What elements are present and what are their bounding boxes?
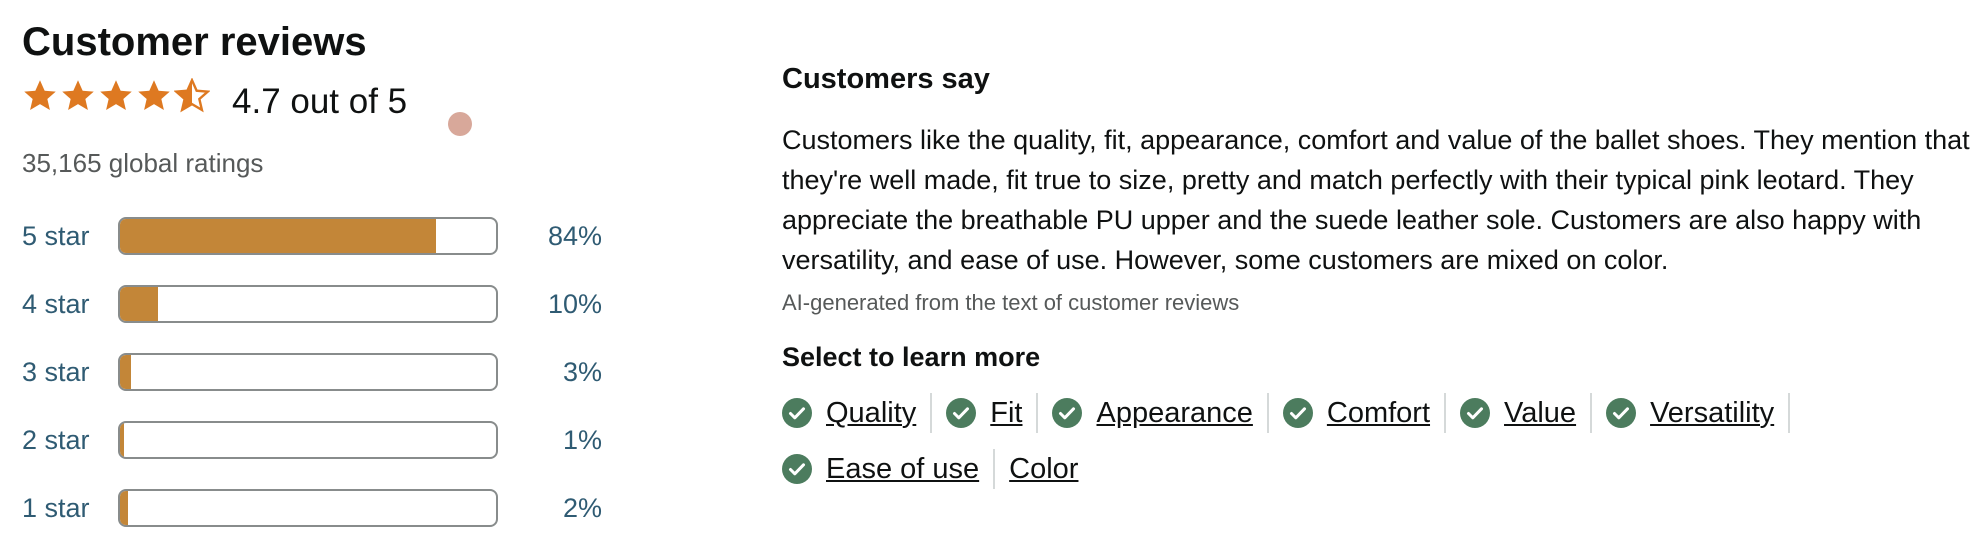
histogram-row-4-star[interactable]: 4 star 10% [22, 285, 622, 327]
checkmark-icon [1606, 398, 1637, 428]
histogram-star-label[interactable]: 2 star [22, 425, 90, 456]
star-rating [22, 78, 210, 114]
checkmark-icon [1052, 398, 1083, 428]
aspect-quality-button[interactable]: Quality [782, 397, 930, 430]
review-summary: Customers like the quality, fit, appeara… [782, 125, 1970, 275]
histogram-percent[interactable]: 10% [512, 289, 602, 320]
aspect-versatility-button[interactable]: Versatility [1606, 397, 1788, 430]
histogram-percent[interactable]: 2% [512, 493, 602, 524]
aspect-appearance-button[interactable]: Appearance [1052, 397, 1266, 430]
histogram-bar-fill [120, 287, 158, 321]
star-half-icon [174, 78, 210, 113]
histogram-row-2-star[interactable]: 2 star 1% [22, 421, 622, 463]
histogram-bar[interactable] [118, 217, 498, 255]
aspect-divider [993, 449, 996, 489]
aspect-label[interactable]: Appearance [1096, 397, 1252, 430]
ai-generated-note: AI-generated from the text of customer r… [782, 290, 1240, 315]
star-full-icon [100, 80, 132, 110]
star-full-icon [62, 80, 94, 110]
customers-say-title: Customers say [782, 63, 990, 95]
histogram-bar[interactable] [118, 353, 498, 391]
aspect-divider [930, 393, 933, 433]
histogram-percent[interactable]: 84% [512, 221, 602, 252]
select-to-learn-more-title: Select to learn more [782, 342, 1041, 372]
histogram-bar[interactable] [118, 285, 498, 323]
aspect-label[interactable]: Ease of use [826, 453, 979, 486]
histogram-bar-fill [120, 423, 124, 457]
histogram-percent[interactable]: 1% [512, 425, 602, 456]
aspect-comfort-button[interactable]: Comfort [1282, 397, 1444, 430]
checkmark-icon [782, 398, 812, 428]
aspect-label[interactable]: Quality [826, 397, 916, 430]
histogram-row-3-star[interactable]: 3 star 3% [22, 353, 622, 395]
aspect-fit-button[interactable]: Fit [946, 397, 1036, 430]
average-rating[interactable]: 4.7 out of 5 [232, 82, 407, 122]
histogram-row-1-star[interactable]: 1 star 2% [22, 489, 622, 531]
aspect-divider [1788, 393, 1791, 433]
aspect-color-button[interactable]: Color [1009, 453, 1092, 486]
checkmark-icon [1460, 398, 1491, 428]
star-full-icon [138, 80, 170, 110]
histogram-bar-fill [120, 219, 436, 253]
aspect-label[interactable]: Comfort [1327, 397, 1430, 430]
aspect-divider [1590, 393, 1593, 433]
aspect-ease-of-use-button[interactable]: Ease of use [782, 453, 993, 486]
aspect-chips: Quality Fit Appearance Comfort Value Versatil… [782, 390, 1974, 502]
histogram-percent[interactable]: 3% [512, 357, 602, 388]
histogram-bar[interactable] [118, 421, 498, 459]
aspect-label[interactable]: Color [1009, 453, 1078, 486]
customer-reviews-title: Customer reviews [22, 20, 367, 64]
aspect-divider [1266, 393, 1269, 433]
aspect-label[interactable]: Fit [990, 397, 1022, 430]
aspect-line: Quality Fit Appearance Comfort Value Versatil… [782, 390, 1974, 436]
checkmark-icon [782, 454, 812, 484]
aspect-divider [1444, 393, 1447, 433]
star-full-icon [24, 80, 56, 110]
histogram-bar-fill [120, 491, 128, 525]
global-ratings-count: 35,165 global ratings [22, 148, 264, 178]
aspect-divider [1036, 393, 1039, 433]
histogram-star-label[interactable]: 3 star [22, 357, 90, 388]
aspect-label[interactable]: Value [1504, 397, 1576, 430]
histogram-bar-fill [120, 355, 132, 389]
histogram-row-5-star[interactable]: 5 star 84% [22, 217, 622, 259]
histogram-star-label[interactable]: 1 star [22, 493, 90, 524]
checkmark-icon [946, 398, 977, 428]
histogram-bar[interactable] [118, 489, 498, 527]
histogram-star-label[interactable]: 4 star [22, 289, 90, 320]
aspect-value-button[interactable]: Value [1460, 397, 1590, 430]
aspect-label[interactable]: Versatility [1650, 397, 1774, 430]
aspect-line: Ease of use Color [782, 446, 1974, 492]
checkmark-icon [1282, 398, 1313, 428]
cursor-indicator [448, 112, 472, 136]
histogram-star-label[interactable]: 5 star [22, 221, 90, 252]
